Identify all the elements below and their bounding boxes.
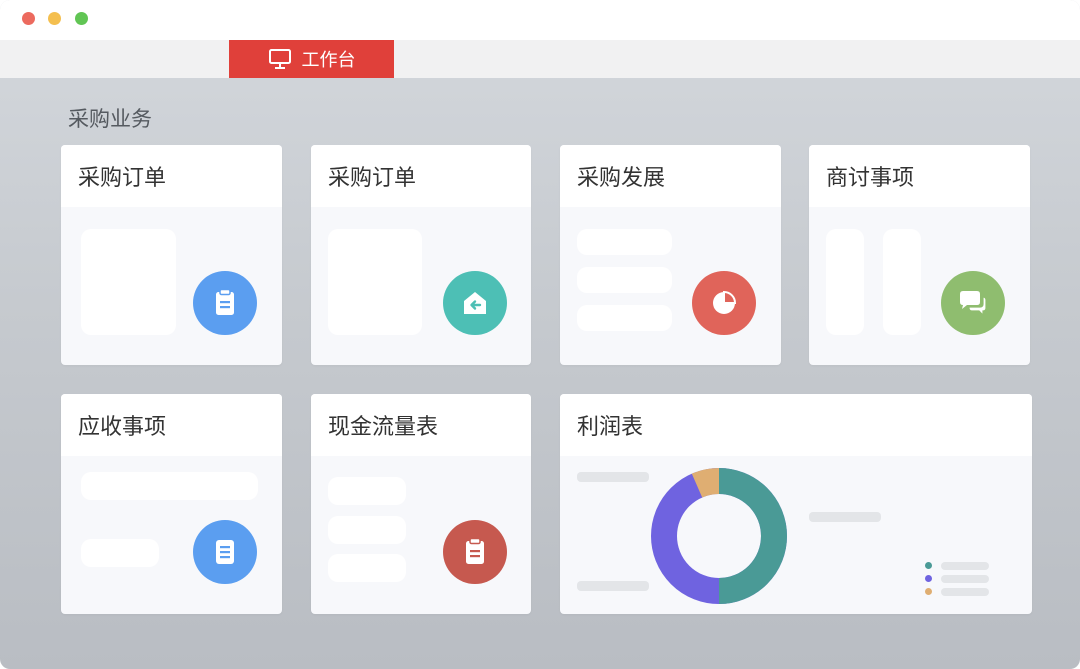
placeholder-row xyxy=(577,229,672,255)
card-title: 现金流量表 xyxy=(311,394,531,456)
donut-chart-icon xyxy=(651,468,787,604)
legend-placeholder xyxy=(941,575,989,583)
placeholder-column xyxy=(883,229,921,335)
card-profit-statement[interactable]: 利润表 xyxy=(560,394,1032,614)
legend-placeholder xyxy=(941,588,989,596)
placeholder-block xyxy=(81,229,176,335)
placeholder-row xyxy=(577,305,672,331)
placeholder-row xyxy=(81,539,159,567)
tab-workbench-label: 工作台 xyxy=(301,50,356,70)
document-icon xyxy=(193,520,257,584)
maximize-window-button[interactable] xyxy=(75,12,88,25)
placeholder-row xyxy=(328,516,406,544)
placeholder-block xyxy=(328,229,422,335)
card-title: 采购订单 xyxy=(311,145,531,207)
placeholder-row xyxy=(328,477,406,505)
clipboard-icon xyxy=(443,520,507,584)
placeholder-row xyxy=(81,472,258,500)
title-bar xyxy=(0,0,1080,40)
card-title: 应收事项 xyxy=(61,394,282,456)
card-discussion-items[interactable]: 商讨事项 xyxy=(809,145,1030,365)
tab-workbench[interactable]: 工作台 xyxy=(229,40,394,78)
placeholder-row xyxy=(328,554,406,582)
legend-dot-tan xyxy=(925,588,932,595)
placeholder-line xyxy=(577,472,649,482)
card-cash-flow[interactable]: 现金流量表 xyxy=(311,394,531,614)
placeholder-line xyxy=(577,581,649,591)
placeholder-line xyxy=(809,512,881,522)
return-box-icon xyxy=(443,271,507,335)
tab-bar: 工作台 xyxy=(0,40,1080,78)
minimize-window-button[interactable] xyxy=(48,12,61,25)
card-title: 商讨事项 xyxy=(809,145,1030,207)
chat-bubbles-icon xyxy=(941,271,1005,335)
app-window: 工作台 采购业务 采购订单 采购订单 采购发展 商讨事项 应收事项 现金流量表 … xyxy=(0,0,1080,669)
card-purchase-order[interactable]: 采购订单 xyxy=(61,145,282,365)
monitor-icon xyxy=(268,49,291,69)
section-title: 采购业务 xyxy=(68,108,152,131)
card-purchase-development[interactable]: 采购发展 xyxy=(560,145,781,365)
legend-dot-teal xyxy=(925,562,932,569)
placeholder-column xyxy=(826,229,864,335)
card-purchase-order-2[interactable]: 采购订单 xyxy=(311,145,531,365)
card-title: 采购发展 xyxy=(560,145,781,207)
legend-placeholder xyxy=(941,562,989,570)
clipboard-icon xyxy=(193,271,257,335)
close-window-button[interactable] xyxy=(22,12,35,25)
pie-chart-icon xyxy=(692,271,756,335)
card-title: 采购订单 xyxy=(61,145,282,207)
placeholder-row xyxy=(577,267,672,293)
card-receivables[interactable]: 应收事项 xyxy=(61,394,282,614)
legend-dot-purple xyxy=(925,575,932,582)
card-title: 利润表 xyxy=(560,394,1032,456)
